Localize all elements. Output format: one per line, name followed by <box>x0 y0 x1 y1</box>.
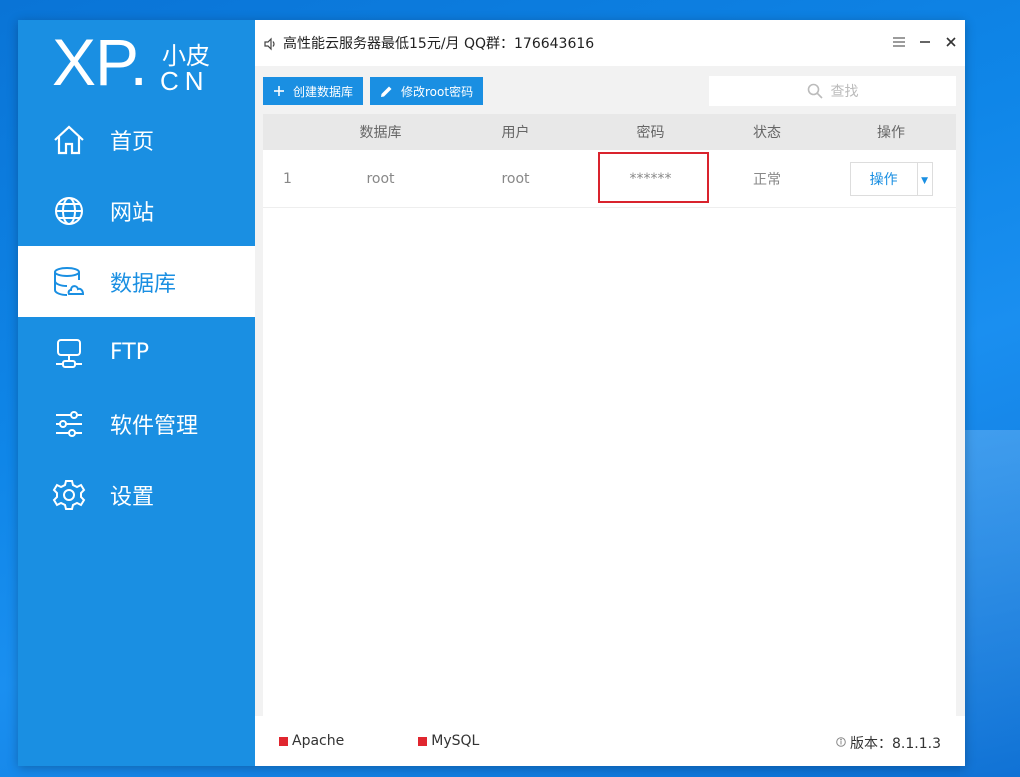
column-header-database: 数据库 <box>359 125 402 141</box>
desktop-background-shine <box>960 430 1020 777</box>
logo-xp: XP. <box>52 25 148 99</box>
globe-icon <box>50 192 88 230</box>
hamburger-icon[interactable] <box>891 34 907 50</box>
sidebar-item-label: 首页 <box>110 129 155 155</box>
cell-user: root <box>501 170 530 187</box>
version-label: 版本：8.1.1.3 <box>850 736 941 752</box>
info-icon <box>836 736 846 750</box>
apache-status-indicator <box>279 736 288 746</box>
announcement-text[interactable]: 高性能云服务器最低15元/月 QQ群：176643616 <box>283 33 594 53</box>
database-table: 数据库 用户 密码 状态 操作 1 root root ****** 正常 操作 <box>263 114 956 716</box>
titlebar[interactable]: 高性能云服务器最低15元/月 QQ群：176643616 <box>255 20 965 66</box>
content-area: 创建数据库 修改root密码 查找 数据库 用户 密码 状态 操作 1 root… <box>255 66 965 716</box>
pencil-icon <box>380 85 393 98</box>
status-bar: Apache MySQL 版本：8.1.1.3 <box>255 716 965 766</box>
minimize-icon[interactable] <box>917 34 933 50</box>
action-dropdown-button[interactable]: 操作 ▼ <box>849 161 933 196</box>
sidebar-item-label: 软件管理 <box>110 413 199 439</box>
cell-status: 正常 <box>753 171 781 188</box>
mysql-status[interactable]: MySQL <box>418 733 479 749</box>
mysql-label: MySQL <box>431 733 480 749</box>
main-panel: 高性能云服务器最低15元/月 QQ群：176643616 创建数据库 修改roo… <box>255 20 965 766</box>
gear-icon <box>50 476 88 514</box>
change-root-password-button[interactable]: 修改root密码 <box>370 77 484 105</box>
create-database-button[interactable]: 创建数据库 <box>263 77 364 105</box>
sidebar-item-label: 设置 <box>110 484 155 510</box>
plus-icon <box>273 85 285 97</box>
apache-label: Apache <box>292 733 345 749</box>
sidebar-item-software[interactable]: 软件管理 <box>18 388 255 459</box>
password-highlight-box <box>598 152 709 203</box>
app-window: XP. 小皮 CN 首页 网站 数据库 FTP 软件管理 设置 高性能云服务器最… <box>18 20 965 766</box>
sidebar-item-database[interactable]: 数据库 <box>18 246 255 317</box>
cell-action: 操作 ▼ <box>826 161 956 196</box>
search-input[interactable]: 查找 <box>709 76 956 106</box>
search-placeholder: 查找 <box>830 84 859 100</box>
window-controls <box>891 34 959 50</box>
logo: XP. 小皮 CN <box>52 25 222 100</box>
column-header-user: 用户 <box>501 125 530 141</box>
logo-cn: CN <box>160 66 210 96</box>
mysql-status-indicator <box>418 736 428 746</box>
caret-down-icon[interactable]: ▼ <box>918 172 932 186</box>
sidebar-item-label: FTP <box>110 340 149 365</box>
sidebar-item-website[interactable]: 网站 <box>18 175 255 246</box>
sidebar-nav: 首页 网站 数据库 FTP 软件管理 设置 <box>18 104 255 530</box>
speaker-icon <box>263 36 277 51</box>
database-icon <box>50 263 88 301</box>
action-button-label[interactable]: 操作 <box>851 162 918 195</box>
home-icon <box>50 121 88 159</box>
ftp-server-icon <box>50 334 88 372</box>
sidebar-item-settings[interactable]: 设置 <box>18 459 255 530</box>
close-icon[interactable] <box>943 34 959 50</box>
sidebar-item-ftp[interactable]: FTP <box>18 317 255 388</box>
table-header: 数据库 用户 密码 状态 操作 <box>263 114 956 150</box>
sidebar: XP. 小皮 CN 首页 网站 数据库 FTP 软件管理 设置 <box>18 20 255 766</box>
column-header-password: 密码 <box>636 125 665 141</box>
toolbar: 创建数据库 修改root密码 <box>263 77 484 105</box>
column-header-action: 操作 <box>877 125 905 141</box>
sidebar-item-label: 数据库 <box>110 271 177 297</box>
search-icon <box>807 83 823 99</box>
row-index: 1 <box>283 170 292 187</box>
version-info: 版本：8.1.1.3 <box>836 733 941 753</box>
sliders-icon <box>50 405 88 443</box>
sidebar-item-label: 网站 <box>110 200 155 226</box>
change-root-password-label: 修改root密码 <box>401 84 474 99</box>
cell-database: root <box>366 170 395 187</box>
sidebar-item-home[interactable]: 首页 <box>18 104 255 175</box>
apache-status[interactable]: Apache <box>279 733 344 749</box>
create-database-label: 创建数据库 <box>293 84 354 99</box>
column-header-status: 状态 <box>753 125 781 141</box>
